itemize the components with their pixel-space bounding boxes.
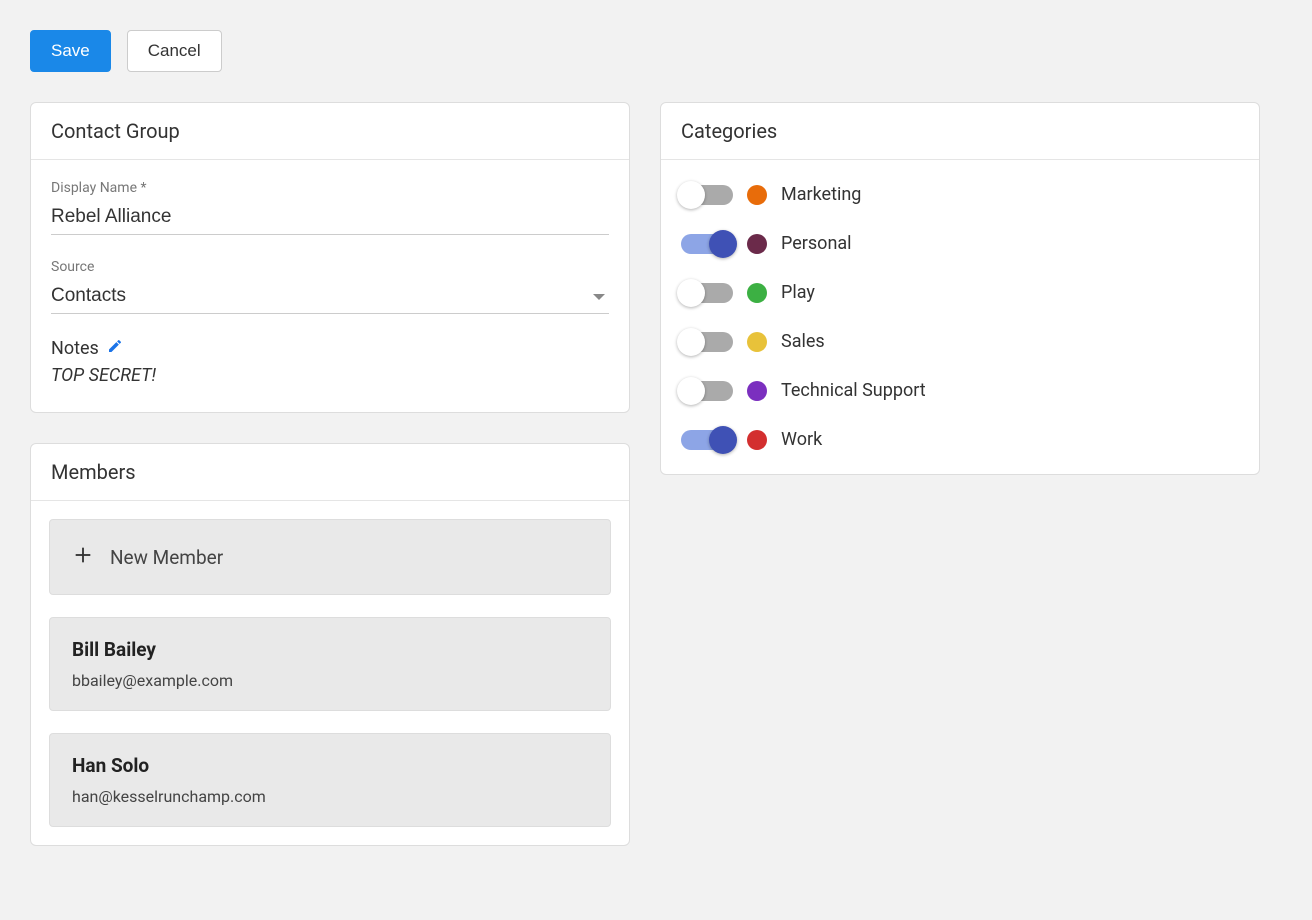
toggle-knob-icon [677,279,705,307]
member-card[interactable]: Bill Bailey bbailey@example.com [49,617,611,711]
category-toggle[interactable] [681,185,733,205]
category-label: Play [781,282,815,303]
notes-label: Notes [51,338,99,359]
category-toggle[interactable] [681,381,733,401]
toggle-knob-icon [677,328,705,356]
category-label: Sales [781,331,825,352]
source-label: Source [51,259,609,275]
category-row: Sales [681,331,1239,352]
category-row: Play [681,282,1239,303]
category-color-icon [747,234,767,254]
member-email: han@kesselrunchamp.com [72,787,588,806]
contact-group-title: Contact Group [31,103,629,160]
category-color-icon [747,381,767,401]
category-color-icon [747,185,767,205]
category-row: Personal [681,233,1239,254]
category-row: Marketing [681,184,1239,205]
notes-content: TOP SECRET! [51,365,609,386]
category-toggle[interactable] [681,332,733,352]
toggle-knob-icon [677,181,705,209]
members-panel: Members New Member Bill Bailey bbailey@e… [30,443,630,846]
member-card[interactable]: Han Solo han@kesselrunchamp.com [49,733,611,827]
display-name-input[interactable] [51,200,609,235]
new-member-button[interactable]: New Member [49,519,611,595]
toggle-knob-icon [677,377,705,405]
members-list: New Member Bill Bailey bbailey@example.c… [31,501,629,845]
member-name: Han Solo [72,754,588,777]
categories-title: Categories [661,103,1259,160]
source-select[interactable] [51,279,609,314]
category-row: Work [681,429,1239,450]
new-member-label: New Member [110,546,223,569]
toolbar: Save Cancel [30,30,1282,72]
display-name-label: Display Name * [51,180,609,196]
members-title: Members [31,444,629,501]
toggle-knob-icon [709,230,737,258]
category-color-icon [747,283,767,303]
save-button[interactable]: Save [30,30,111,72]
category-label: Technical Support [781,380,926,401]
categories-panel: Categories Marketing Personal Play Sales Tec… [660,102,1260,475]
category-label: Marketing [781,184,861,205]
category-toggle[interactable] [681,430,733,450]
category-label: Work [781,429,822,450]
plus-icon [72,544,94,570]
pencil-icon[interactable] [107,338,123,359]
category-color-icon [747,430,767,450]
categories-list: Marketing Personal Play Sales Technical Supp… [661,160,1259,474]
category-row: Technical Support [681,380,1239,401]
cancel-button[interactable]: Cancel [127,30,222,72]
category-toggle[interactable] [681,234,733,254]
contact-group-panel: Contact Group Display Name * Source Note… [30,102,630,413]
category-label: Personal [781,233,852,254]
member-name: Bill Bailey [72,638,588,661]
category-color-icon [747,332,767,352]
toggle-knob-icon [709,426,737,454]
category-toggle[interactable] [681,283,733,303]
member-email: bbailey@example.com [72,671,588,690]
